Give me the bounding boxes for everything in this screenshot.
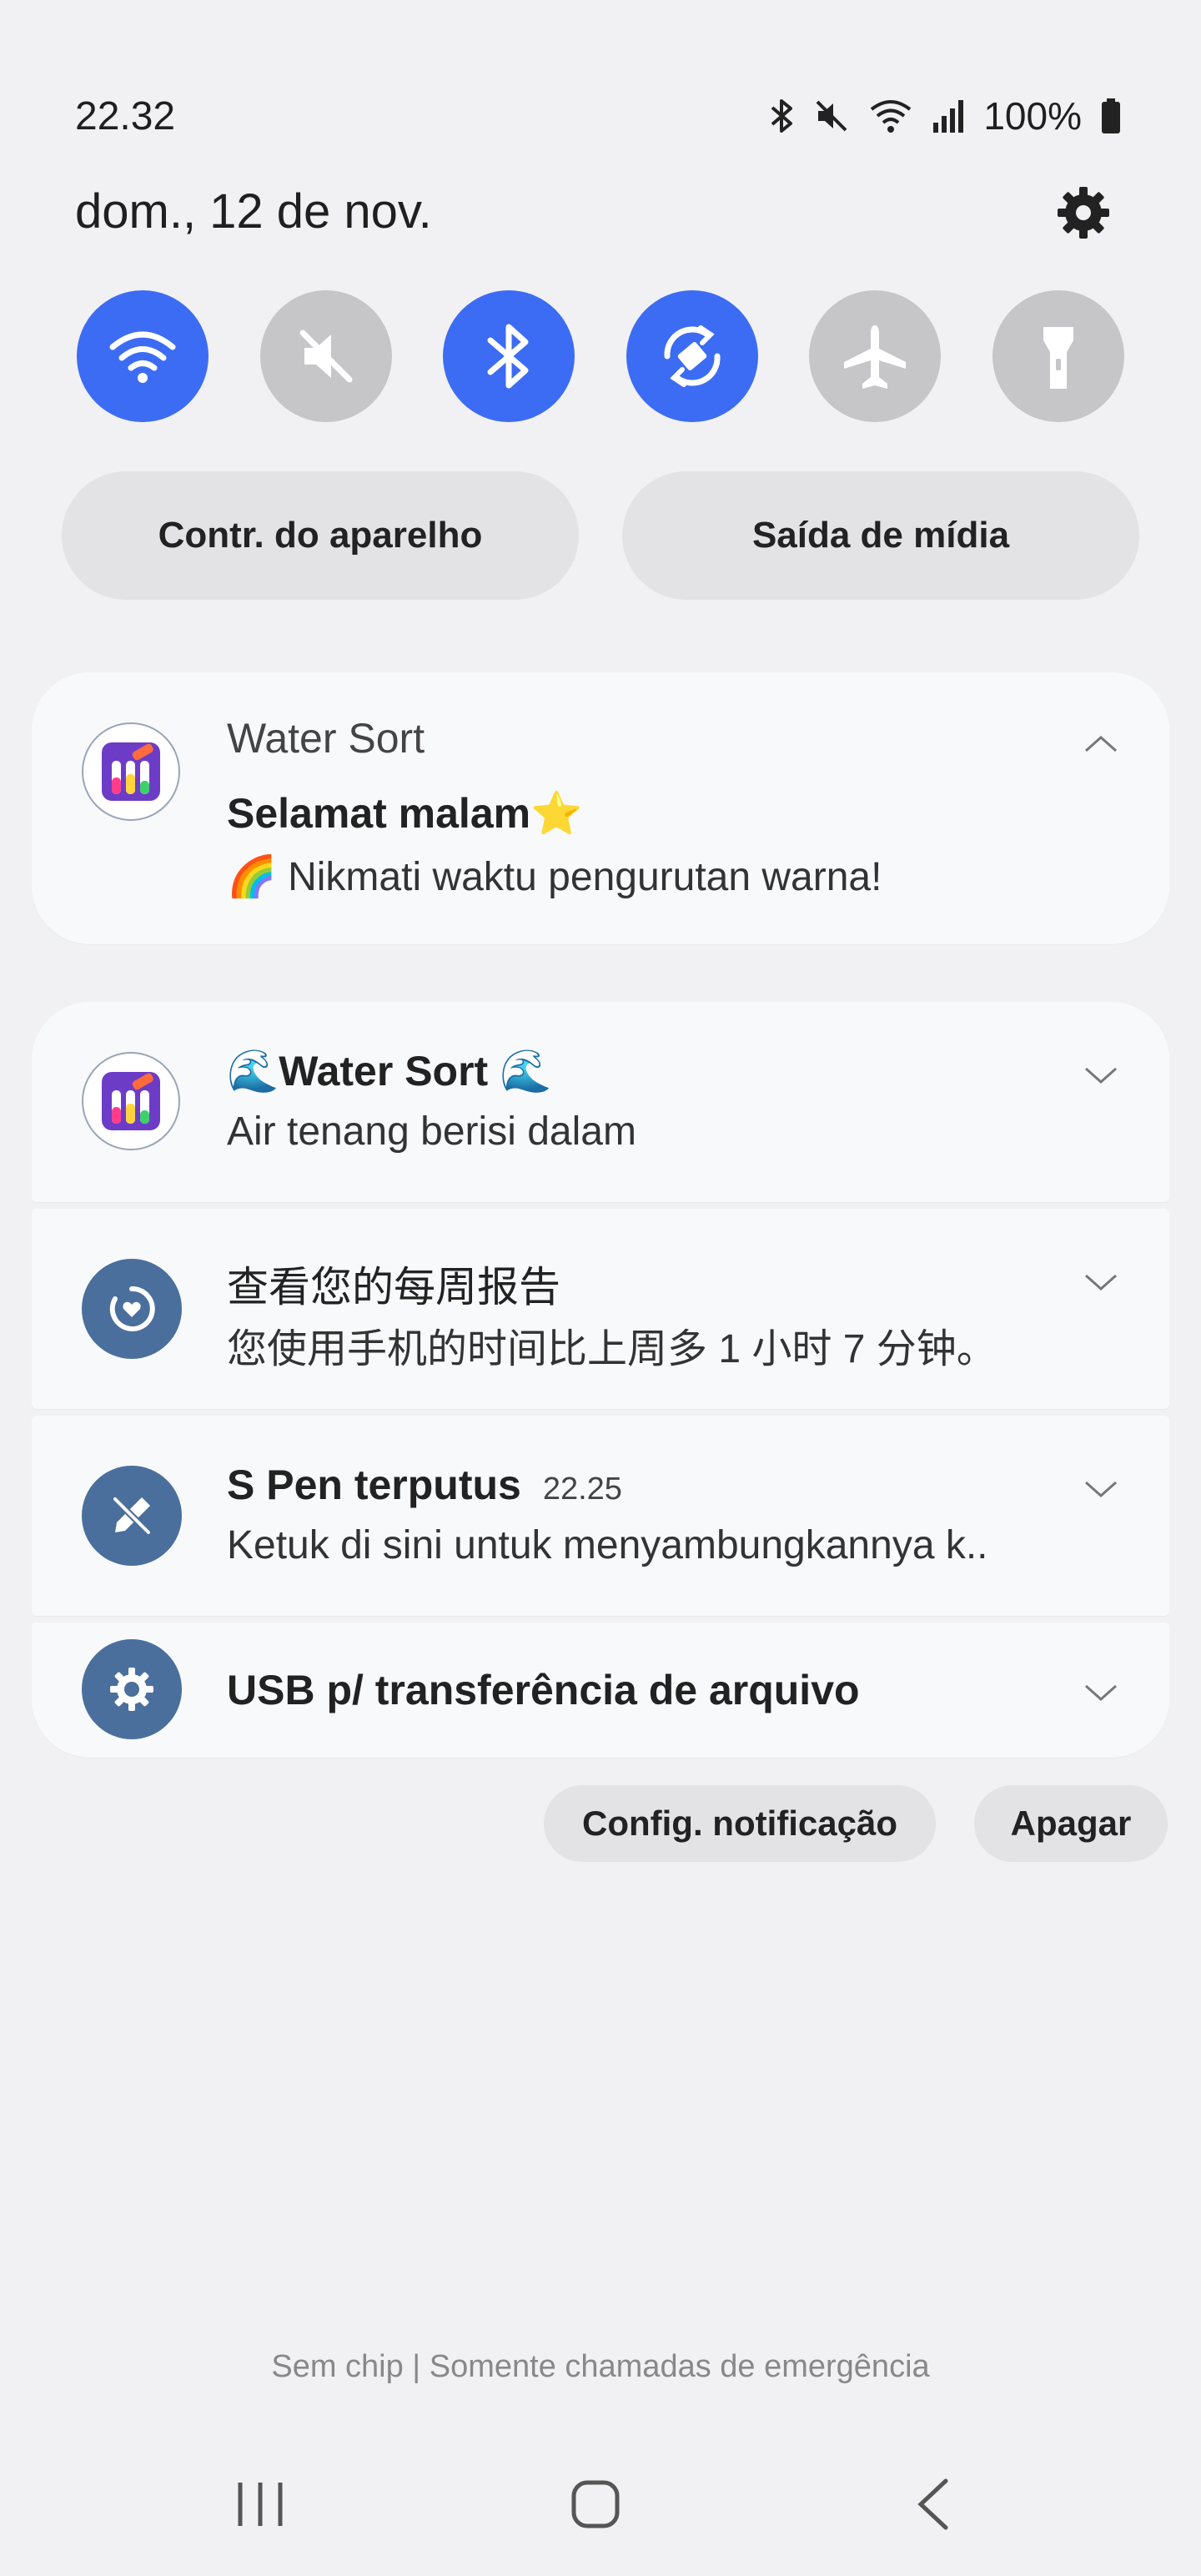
flashlight-icon — [1043, 327, 1073, 389]
battery-percent: 100% — [983, 94, 1082, 138]
date-label: dom., 12 de nov. — [75, 184, 432, 239]
carrier-status: Sem chip | Somente chamadas de emergênci… — [271, 2349, 930, 2384]
bluetooth-toggle[interactable] — [443, 290, 575, 422]
navigation-bar — [209, 2471, 984, 2538]
notification-weekly-report[interactable]: 查看您的每周报告 您使用手机的时间比上周多 1 小时 7 分钟。 — [32, 1209, 1169, 1409]
wifi-toggle[interactable] — [77, 290, 209, 422]
s-pen-disconnected-icon — [82, 1466, 182, 1566]
status-icons: 100% — [770, 93, 1122, 138]
back-button[interactable] — [884, 2471, 984, 2538]
notification-time: 22.25 — [542, 1472, 622, 1507]
notification-body: Ketuk di sini untuk menyambungkannya k.. — [227, 1523, 988, 1567]
sound-toggle[interactable] — [259, 290, 392, 422]
battery-icon — [1102, 98, 1120, 133]
notification-title: 查看您的每周报告 — [227, 1264, 560, 1311]
notification-usb[interactable]: USB p/ transferência de arquivo — [32, 1623, 1169, 1758]
settings-gear-icon[interactable] — [1056, 185, 1111, 240]
notification-body: 🌈 Nikmati waktu pengurutan warna! — [227, 855, 882, 899]
water-sort-app-icon — [82, 722, 180, 821]
notification-settings-button[interactable]: Config. notificação — [544, 1785, 936, 1862]
notification-app-name: Water Sort — [227, 715, 425, 762]
home-button[interactable] — [550, 2471, 651, 2538]
notification-s-pen[interactable]: S Pen terputus 22.25 Ketuk di sini untuk … — [32, 1416, 1169, 1616]
notification-water-sort-expanded[interactable]: Water Sort Selamat malam⭐ 🌈 Nikmati wakt… — [32, 672, 1169, 944]
clear-all-button[interactable]: Apagar — [974, 1785, 1168, 1862]
notification-water-sort[interactable]: 🌊Water Sort 🌊 Air tenang berisi dalam — [32, 1002, 1169, 1202]
mute-icon — [816, 100, 847, 132]
airplane-icon — [844, 325, 907, 389]
chevron-down-icon[interactable] — [1083, 1683, 1119, 1704]
recent-apps-button[interactable] — [209, 2471, 309, 2538]
chevron-up-icon[interactable] — [1083, 732, 1119, 754]
signal-icon — [933, 100, 964, 133]
airplane-toggle[interactable] — [809, 290, 942, 422]
usb-settings-icon — [82, 1639, 182, 1739]
wifi-icon — [871, 100, 912, 133]
media-output-button[interactable]: Saída de mídia — [622, 471, 1139, 600]
digital-wellbeing-icon — [82, 1259, 182, 1359]
notification-title: S Pen terputus — [227, 1462, 521, 1508]
notification-title: 🌊Water Sort 🌊 — [227, 1048, 552, 1094]
chevron-down-icon[interactable] — [1083, 1065, 1119, 1087]
flashlight-toggle[interactable] — [992, 290, 1124, 422]
rotate-icon — [664, 325, 721, 387]
mute-icon — [299, 330, 353, 383]
notification-title: Selamat malam⭐ — [227, 790, 583, 837]
notification-body: 您使用手机的时间比上周多 1 小时 7 分钟。 — [227, 1327, 997, 1371]
wifi-icon — [109, 331, 176, 383]
quick-settings-row — [77, 290, 1124, 422]
notification-body: Air tenang berisi dalam — [227, 1109, 636, 1154]
bluetooth-icon — [487, 324, 529, 389]
auto-rotate-toggle[interactable] — [626, 290, 758, 422]
water-sort-app-icon — [82, 1052, 180, 1150]
device-control-button[interactable]: Contr. do aparelho — [62, 471, 579, 600]
quick-panel-pills: Contr. do aparelho Saída de mídia — [62, 471, 1139, 600]
chevron-down-icon[interactable] — [1083, 1272, 1119, 1294]
notification-title: USB p/ transferência de arquivo — [227, 1667, 860, 1713]
chevron-down-icon[interactable] — [1083, 1479, 1119, 1501]
notification-title-row: S Pen terputus 22.25 — [227, 1461, 622, 1509]
status-time: 22.32 — [75, 94, 176, 138]
bluetooth-icon — [771, 99, 793, 133]
